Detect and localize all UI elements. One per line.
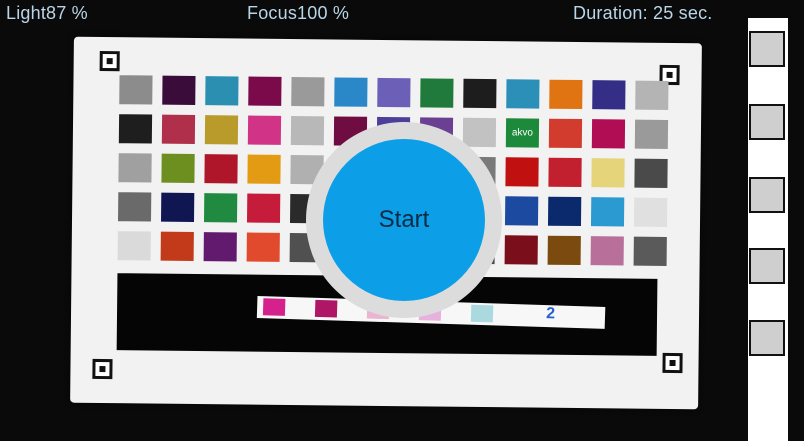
akvo-swatch: akvo bbox=[505, 118, 540, 148]
color-swatch bbox=[633, 236, 667, 266]
color-swatch bbox=[248, 76, 282, 106]
color-swatch bbox=[246, 232, 280, 262]
color-swatch bbox=[205, 76, 239, 106]
color-swatch bbox=[119, 75, 153, 105]
result-slot-3 bbox=[749, 177, 785, 213]
color-swatch bbox=[462, 117, 497, 148]
color-swatch bbox=[162, 75, 196, 105]
color-swatch bbox=[160, 231, 194, 261]
color-swatch bbox=[161, 192, 195, 222]
strip-pad bbox=[314, 299, 338, 318]
color-swatch bbox=[547, 235, 581, 266]
color-swatch bbox=[634, 119, 669, 149]
color-swatch bbox=[204, 154, 238, 184]
light-level-text: Light87 % bbox=[6, 3, 88, 23]
color-swatch bbox=[634, 158, 668, 188]
color-swatch bbox=[548, 157, 582, 188]
strip-number-label: 2 bbox=[545, 305, 556, 323]
color-swatch bbox=[246, 193, 281, 223]
color-swatch bbox=[291, 77, 325, 107]
duration-text: Duration: 25 sec. bbox=[573, 3, 713, 23]
color-swatch bbox=[420, 78, 454, 108]
color-swatch bbox=[633, 197, 668, 227]
color-swatch bbox=[548, 118, 583, 149]
finder-pattern-top-left bbox=[99, 50, 120, 72]
start-button-ring: Start bbox=[306, 122, 502, 318]
color-swatch bbox=[504, 196, 539, 226]
start-button[interactable]: Start bbox=[323, 139, 485, 301]
finder-pattern-bottom-right bbox=[662, 352, 683, 374]
color-swatch bbox=[635, 80, 669, 110]
color-swatch bbox=[506, 79, 540, 109]
color-swatch bbox=[592, 80, 626, 110]
color-swatch bbox=[505, 157, 539, 187]
color-swatch bbox=[591, 119, 626, 149]
color-swatch bbox=[549, 79, 583, 110]
strip-pad bbox=[470, 304, 494, 323]
color-swatch bbox=[547, 196, 582, 227]
color-swatch bbox=[161, 114, 196, 144]
color-swatch bbox=[247, 154, 281, 184]
color-swatch bbox=[118, 153, 152, 183]
color-swatch bbox=[203, 193, 238, 223]
color-swatch bbox=[377, 77, 411, 108]
focus-level-text: Focus100 % bbox=[247, 3, 350, 23]
color-swatch bbox=[591, 158, 625, 188]
color-swatch bbox=[590, 197, 625, 227]
strip-pad bbox=[262, 298, 286, 316]
side-panel bbox=[748, 18, 788, 441]
color-swatch bbox=[204, 115, 239, 145]
color-swatch bbox=[334, 77, 368, 107]
color-swatch bbox=[463, 78, 497, 109]
color-swatch bbox=[117, 231, 151, 261]
result-slot-2 bbox=[749, 104, 785, 140]
color-swatch bbox=[118, 192, 152, 222]
color-swatch bbox=[247, 115, 282, 145]
color-swatch bbox=[203, 232, 237, 262]
color-swatch bbox=[161, 153, 195, 183]
result-slot-4 bbox=[749, 248, 785, 284]
finder-pattern-bottom-left bbox=[92, 358, 113, 380]
color-swatch bbox=[590, 236, 624, 266]
color-swatch bbox=[290, 116, 325, 146]
color-swatch bbox=[504, 235, 538, 265]
result-slot-5 bbox=[749, 320, 785, 356]
result-slot-1 bbox=[749, 31, 785, 67]
color-swatch bbox=[118, 114, 153, 144]
